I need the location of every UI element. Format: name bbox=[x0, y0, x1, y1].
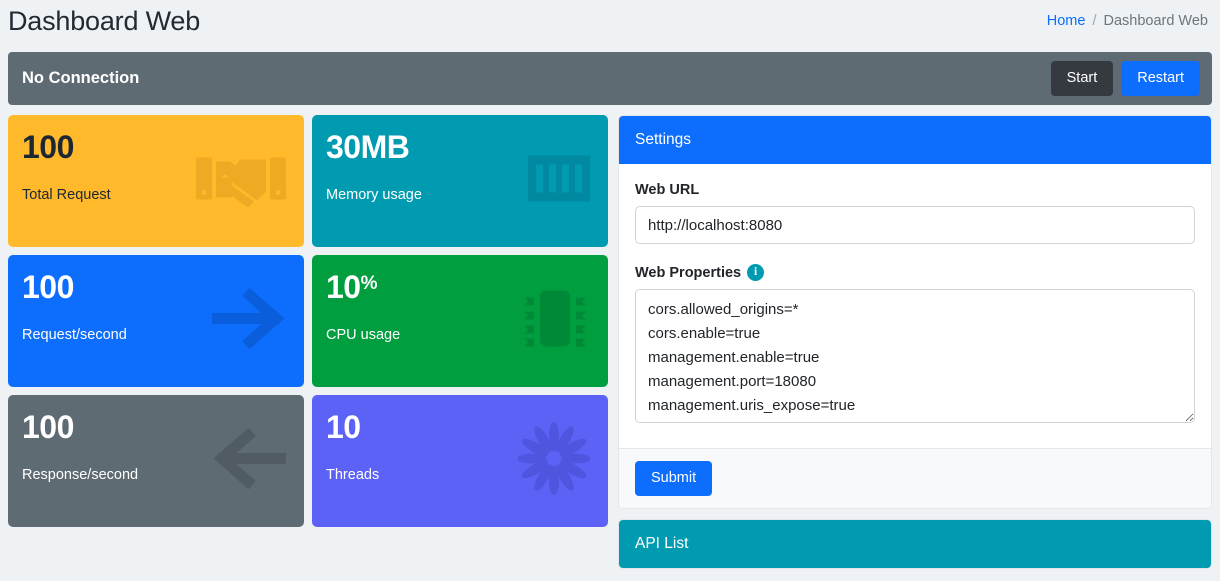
stat-label: Memory usage bbox=[326, 187, 422, 203]
web-url-input[interactable] bbox=[635, 206, 1195, 244]
status-bar-actions: Start Restart bbox=[1050, 61, 1200, 96]
connection-status-bar: No Connection Start Restart bbox=[8, 52, 1212, 105]
settings-panel: Settings Web URL Web Properties i Submit bbox=[618, 115, 1212, 509]
page-title: Dashboard Web bbox=[8, 5, 201, 36]
stat-label: Response/second bbox=[22, 467, 139, 483]
stat-value: 30MB bbox=[326, 129, 410, 165]
web-url-label: Web URL bbox=[635, 182, 1195, 198]
breadcrumb-current: Dashboard Web bbox=[1103, 13, 1208, 29]
api-list-panel-title: API List bbox=[635, 534, 689, 552]
connection-status-text: No Connection bbox=[22, 69, 140, 87]
settings-panel-body: Web URL Web Properties i bbox=[619, 164, 1211, 448]
stat-label: Total Request bbox=[22, 187, 111, 203]
stat-value-suffix: % bbox=[360, 273, 378, 294]
stat-card-response-per-second[interactable]: 100 Response/second bbox=[8, 395, 304, 527]
stat-label: Threads bbox=[326, 467, 380, 483]
api-list-panel-header: API List bbox=[619, 519, 1211, 568]
stat-value: 10% bbox=[326, 271, 594, 303]
stat-value: 100 bbox=[22, 409, 74, 445]
api-list-panel: API List bbox=[618, 518, 1212, 569]
stat-value-number: 10 bbox=[326, 269, 361, 305]
web-properties-label-text: Web Properties bbox=[635, 264, 742, 281]
start-button[interactable]: Start bbox=[1050, 61, 1114, 96]
restart-button[interactable]: Restart bbox=[1121, 61, 1200, 96]
stat-card-request-per-second[interactable]: 100 Request/second bbox=[8, 255, 304, 387]
stat-value: 100 bbox=[22, 269, 74, 305]
submit-button[interactable]: Submit bbox=[635, 461, 713, 496]
breadcrumb-separator: / bbox=[1092, 13, 1097, 29]
main-layout: 100 Total Request 30MB Memory usage 100 … bbox=[0, 105, 1220, 569]
stat-value: 10 bbox=[326, 409, 361, 445]
web-properties-textarea[interactable] bbox=[635, 289, 1195, 423]
info-icon[interactable]: i bbox=[747, 264, 765, 281]
stat-card-threads[interactable]: 10 Threads bbox=[312, 395, 608, 527]
web-url-label-text: Web URL bbox=[635, 182, 700, 198]
settings-panel-title: Settings bbox=[635, 131, 692, 148]
breadcrumb-home-link[interactable]: Home bbox=[1047, 13, 1086, 29]
breadcrumb: Home / Dashboard Web bbox=[1047, 13, 1210, 29]
stat-card-total-request[interactable]: 100 Total Request bbox=[8, 115, 304, 247]
stat-value: 100 bbox=[22, 129, 74, 165]
stat-label: CPU usage bbox=[326, 327, 401, 343]
stat-label: Request/second bbox=[22, 327, 127, 343]
page-header: Dashboard Web Home / Dashboard Web bbox=[0, 0, 1220, 42]
settings-panel-header: Settings bbox=[619, 116, 1211, 164]
stat-card-memory-usage[interactable]: 30MB Memory usage bbox=[312, 115, 608, 247]
settings-panel-footer: Submit bbox=[619, 448, 1211, 508]
stat-card-cpu-usage[interactable]: 10% CPU usage bbox=[312, 255, 608, 387]
right-column: Settings Web URL Web Properties i Submit… bbox=[618, 115, 1212, 569]
stats-grid: 100 Total Request 30MB Memory usage 100 … bbox=[8, 115, 608, 527]
web-properties-label: Web Properties i bbox=[635, 264, 1195, 281]
